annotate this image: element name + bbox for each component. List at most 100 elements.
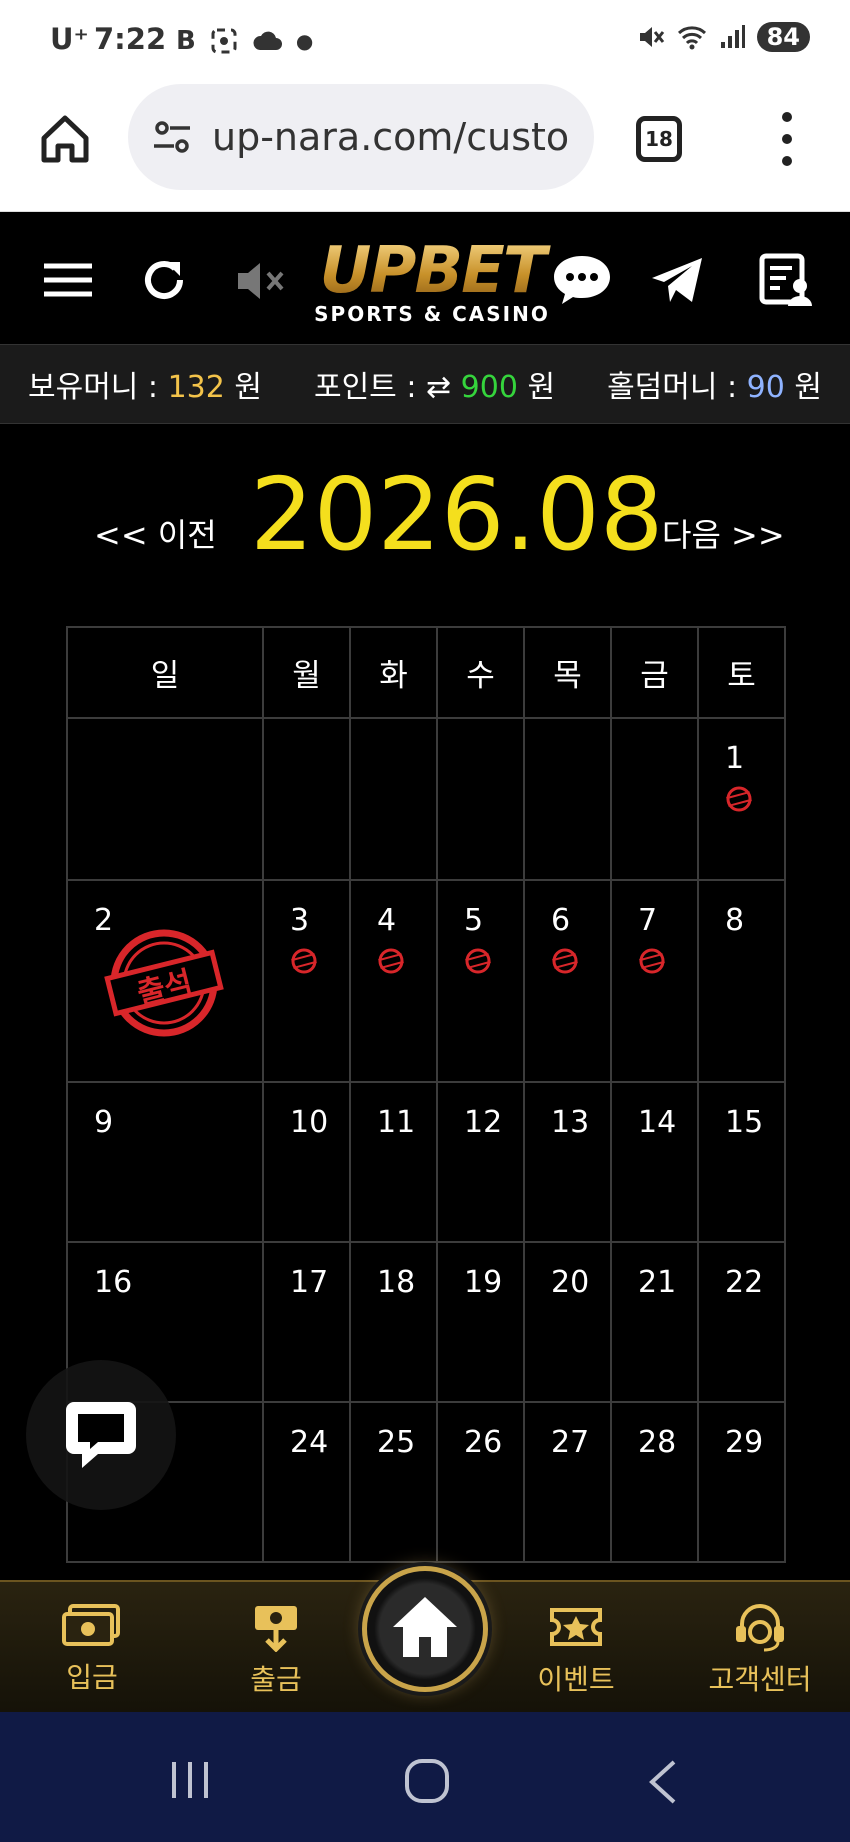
calendar-day: 25 bbox=[349, 1401, 438, 1563]
site-settings-icon[interactable] bbox=[150, 115, 194, 159]
home-icon bbox=[393, 1597, 457, 1657]
weekday-mon: 월 bbox=[262, 626, 351, 719]
chat-bubble-icon[interactable] bbox=[550, 252, 614, 308]
day-number: 21 bbox=[638, 1265, 677, 1300]
calendar-day: 9 bbox=[66, 1081, 264, 1243]
nav-support-label: 고객센터 bbox=[708, 1663, 812, 1696]
profile-card-icon[interactable] bbox=[758, 252, 814, 308]
dot-icon: ● bbox=[295, 29, 314, 53]
calendar-empty-cell bbox=[610, 717, 699, 881]
nav-event[interactable]: 이벤트 bbox=[528, 1602, 624, 1698]
attendance-stamp-large: 출석 bbox=[104, 927, 224, 1039]
refresh-icon[interactable] bbox=[136, 252, 192, 308]
calendar-day: 17 bbox=[262, 1241, 351, 1403]
day-number: 9 bbox=[94, 1105, 114, 1140]
day-number: 15 bbox=[725, 1105, 764, 1140]
calendar-day: 28 bbox=[610, 1401, 699, 1563]
browser-toolbar: up-nara.com/custo 18 bbox=[0, 82, 850, 212]
chat-icon bbox=[66, 1402, 136, 1468]
mute-icon bbox=[639, 27, 664, 47]
clock: 7:22 bbox=[94, 22, 167, 56]
weekday-tue: 화 bbox=[349, 626, 438, 719]
home-button[interactable] bbox=[362, 1566, 488, 1692]
tab-switcher-button[interactable]: 18 bbox=[636, 116, 682, 162]
logo-brand: UPBET bbox=[282, 236, 582, 306]
back-icon[interactable] bbox=[648, 1760, 678, 1804]
carrier-label: U⁺ bbox=[50, 22, 89, 56]
calendar-day: 12 bbox=[436, 1081, 525, 1243]
calendar-day: 8 bbox=[697, 879, 786, 1083]
weekday-sat: 토 bbox=[697, 626, 786, 719]
nav-withdraw-label: 출금 bbox=[250, 1663, 302, 1696]
calendar-day: 22 bbox=[697, 1241, 786, 1403]
calendar-day: 14 bbox=[610, 1081, 699, 1243]
b-app-icon: 𝗕 bbox=[176, 26, 196, 56]
calendar-week: 16 17 18 19 20 21 22 bbox=[66, 1241, 786, 1403]
day-number: 14 bbox=[638, 1105, 677, 1140]
live-chat-button[interactable] bbox=[26, 1360, 176, 1510]
calendar-day: 24 bbox=[262, 1401, 351, 1563]
calendar-day: 10 bbox=[262, 1081, 351, 1243]
headset-icon bbox=[736, 1604, 784, 1652]
day-number: 11 bbox=[377, 1105, 416, 1140]
day-number: 13 bbox=[551, 1105, 590, 1140]
browser-menu-icon[interactable] bbox=[772, 112, 802, 166]
day-number: 1 bbox=[725, 741, 745, 776]
calendar-week: 9 10 11 12 13 14 15 bbox=[66, 1081, 786, 1243]
next-month-button[interactable]: 다음 >> bbox=[662, 510, 785, 556]
calendar-day: 15 bbox=[697, 1081, 786, 1243]
calendar-day: 27 bbox=[523, 1401, 612, 1563]
prev-month-button[interactable]: << 이전 bbox=[94, 510, 217, 556]
day-number: 17 bbox=[290, 1265, 329, 1300]
day-number: 20 bbox=[551, 1265, 590, 1300]
calendar-week: 1 bbox=[66, 717, 786, 881]
attendance-stamp-icon bbox=[291, 948, 317, 974]
menu-icon[interactable] bbox=[40, 252, 96, 308]
cash-icon bbox=[62, 1604, 120, 1646]
nav-support[interactable]: 고객센터 bbox=[700, 1602, 820, 1698]
nav-event-label: 이벤트 bbox=[537, 1663, 615, 1696]
wifi-icon bbox=[677, 26, 706, 50]
recent-apps-icon[interactable] bbox=[168, 1760, 212, 1800]
weekday-wed: 수 bbox=[436, 626, 525, 719]
calendar-empty-cell bbox=[349, 717, 438, 881]
point-value: 900 bbox=[460, 370, 518, 405]
attendance-stamp-icon bbox=[639, 948, 665, 974]
exchange-icon[interactable]: ⇄ bbox=[426, 370, 451, 405]
day-number: 26 bbox=[464, 1425, 503, 1460]
browser-home-icon[interactable] bbox=[38, 112, 92, 166]
calendar-day: 18 bbox=[349, 1241, 438, 1403]
url-text: up-nara.com/custo bbox=[212, 115, 570, 159]
calendar-day: 3 bbox=[262, 879, 351, 1083]
status-bar: U⁺ 7:22 𝗕 ● 84 bbox=[0, 0, 850, 82]
calendar-day: 5 bbox=[436, 879, 525, 1083]
screenshot-icon bbox=[211, 28, 237, 54]
nav-withdraw[interactable]: 출금 bbox=[236, 1602, 316, 1698]
money-value: 132 bbox=[167, 370, 225, 405]
day-number: 10 bbox=[290, 1105, 329, 1140]
day-number: 3 bbox=[290, 903, 310, 938]
notification-icons: 𝗕 ● bbox=[176, 26, 313, 56]
attendance-stamp-icon bbox=[552, 948, 578, 974]
sound-off-icon[interactable] bbox=[236, 258, 286, 304]
system-home-icon[interactable] bbox=[404, 1758, 450, 1804]
nav-deposit[interactable]: 입금 bbox=[52, 1602, 132, 1696]
upbet-logo[interactable]: UPBET SPORTS & CASINO bbox=[282, 236, 582, 336]
weekday-header: 일 월 화 수 목 금 토 bbox=[66, 626, 786, 719]
day-number: 28 bbox=[638, 1425, 677, 1460]
address-bar[interactable]: up-nara.com/custo bbox=[128, 84, 594, 190]
day-number: 8 bbox=[725, 903, 745, 938]
holdem-balance: 홀덤머니 : 90 원 bbox=[607, 362, 822, 406]
day-number: 7 bbox=[638, 903, 658, 938]
calendar-day: 20 bbox=[523, 1241, 612, 1403]
calendar-empty-cell bbox=[523, 717, 612, 881]
nav-deposit-label: 입금 bbox=[66, 1661, 118, 1694]
money-unit: 원 bbox=[234, 370, 263, 405]
cloud-icon bbox=[253, 31, 282, 50]
calendar-day: 1 bbox=[697, 717, 786, 881]
telegram-icon[interactable] bbox=[648, 252, 706, 308]
calendar-day: 11 bbox=[349, 1081, 438, 1243]
day-number: 4 bbox=[377, 903, 397, 938]
ticket-star-icon bbox=[550, 1608, 602, 1646]
current-month: 2026.08 bbox=[250, 456, 664, 573]
